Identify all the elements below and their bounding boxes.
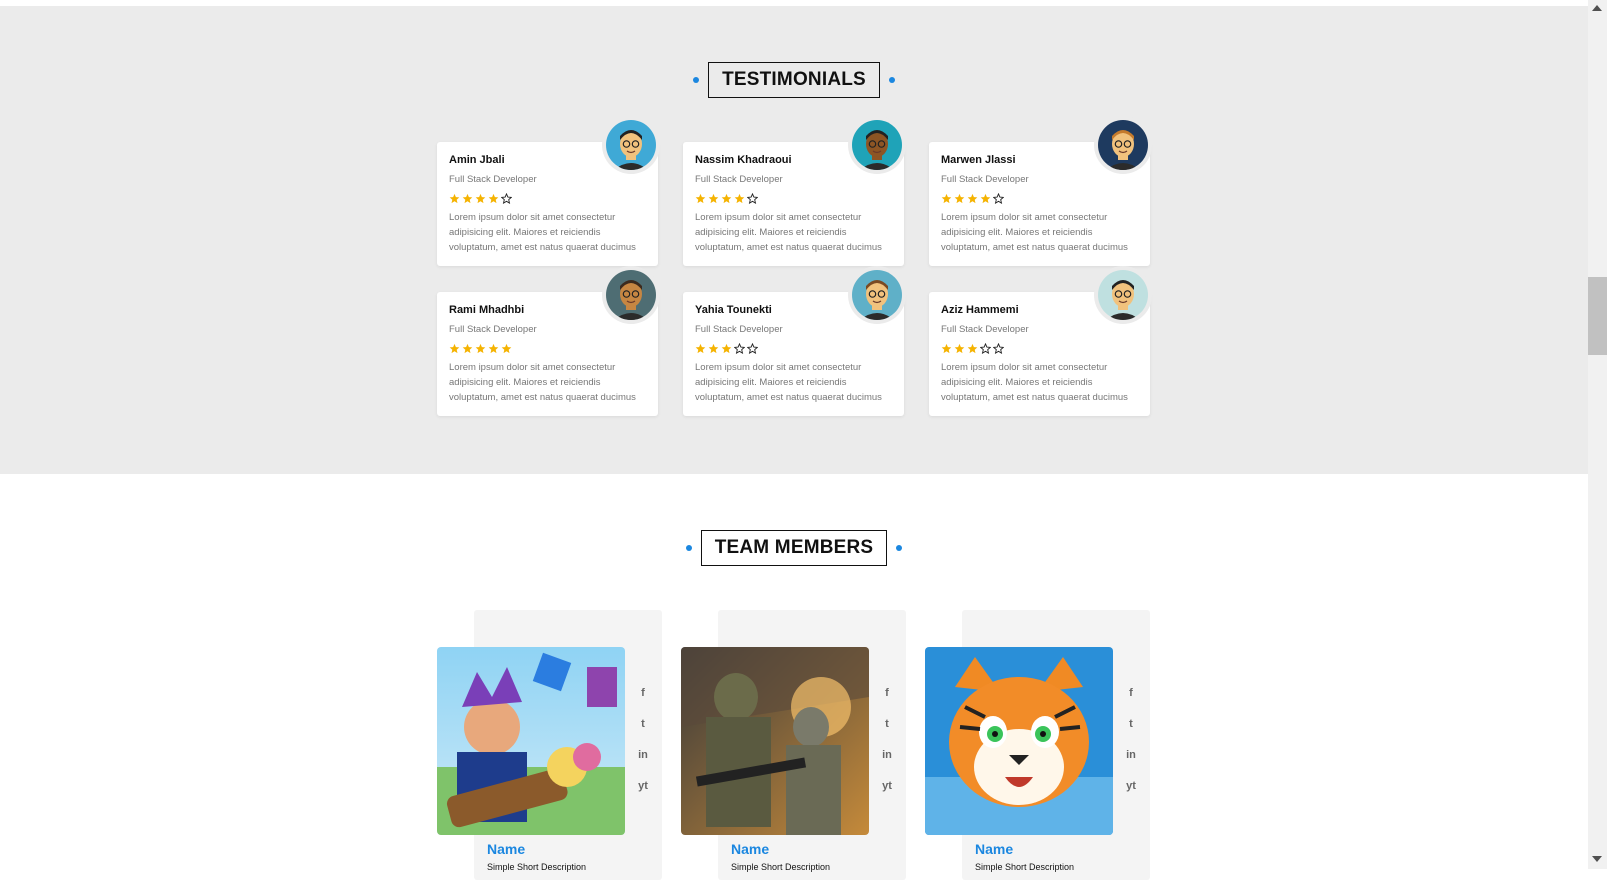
star-filled-icon [941,339,952,358]
twitter-icon[interactable]: t [879,718,895,749]
heading-dot-left [685,545,692,551]
testimonial-text: Lorem ipsum dolor sit amet consectetur a… [695,362,882,403]
star-filled-icon [449,189,460,208]
heading-dot-right [896,545,903,551]
star-filled-icon [488,339,499,358]
rating-stars [449,189,513,208]
star-filled-icon [462,189,473,208]
team-member-description: Simple Short Description [487,862,587,872]
twitter-icon[interactable]: t [635,718,651,749]
testimonial-name: Aziz Hammemi [941,304,1019,316]
team-title: TEAM MEMBERS [714,537,874,558]
bearded-man-avatar [848,266,906,324]
testimonial-name: Nassim Khadraoui [695,154,792,166]
star-filled-icon [967,339,978,358]
team-member-description: Simple Short Description [731,862,831,872]
star-filled-icon [475,189,486,208]
heading-dot-left [693,77,700,83]
bearded-man-glasses-avatar [602,116,660,174]
team-member-name[interactable]: Name [975,841,1013,857]
social-links: f t in yt [1123,687,1139,811]
rating-stars [695,189,759,208]
star-empty-icon [746,339,759,358]
star-filled-icon [980,189,991,208]
rating-stars [695,339,759,358]
star-empty-icon [992,339,1005,358]
heading-dot-right [888,77,895,83]
testimonial-role: Full Stack Developer [695,174,783,185]
testimonial-role: Full Stack Developer [695,324,783,335]
star-filled-icon [708,189,719,208]
testimonial-name: Amin Jbali [449,154,505,166]
rating-stars [941,189,1005,208]
star-filled-icon [954,339,965,358]
linkedin-icon[interactable]: in [635,749,651,780]
team-member-description: Simple Short Description [975,862,1075,872]
man-pink-glasses-avatar [602,266,660,324]
star-filled-icon [449,339,460,358]
youtube-icon[interactable]: yt [635,780,651,811]
testimonials-heading: TESTIMONIALS [693,62,895,98]
youtube-icon[interactable]: yt [879,780,895,811]
facebook-icon[interactable]: f [1123,687,1139,718]
scrollbar-thumb[interactable] [1588,277,1607,355]
testimonial-text: Lorem ipsum dolor sit amet consectetur a… [695,212,882,253]
twitter-icon[interactable]: t [1123,718,1139,749]
soldiers-game-image [681,647,869,835]
testimonial-name: Yahia Tounekti [695,304,772,316]
testimonial-role: Full Stack Developer [449,174,537,185]
star-filled-icon [708,339,719,358]
cartoon-hero-bazooka-image [437,647,625,835]
star-filled-icon [721,339,732,358]
facebook-icon[interactable]: f [635,687,651,718]
testimonial-name: Rami Mhadhbi [449,304,525,316]
scroll-up-arrow-icon[interactable] [1592,5,1602,11]
star-filled-icon [734,189,745,208]
star-filled-icon [695,339,706,358]
man-glasses-avatar [1094,116,1152,174]
star-filled-icon [941,189,952,208]
star-empty-icon [992,189,1005,208]
cartoon-tiger-image [925,647,1113,835]
team-heading: TEAM MEMBERS [685,530,903,566]
scroll-down-arrow-icon[interactable] [1592,856,1602,862]
youtube-icon[interactable]: yt [1123,780,1139,811]
rating-stars [941,339,1005,358]
testimonials-title: TESTIMONIALS [722,69,866,90]
star-filled-icon [462,339,473,358]
star-filled-icon [954,189,965,208]
star-filled-icon [488,189,499,208]
team-member-name[interactable]: Name [487,841,525,857]
testimonial-role: Full Stack Developer [941,174,1029,185]
linkedin-icon[interactable]: in [879,749,895,780]
social-links: f t in yt [879,687,895,811]
testimonial-name: Marwen Jlassi [941,154,1016,166]
page-scrollbar[interactable] [1588,0,1607,869]
star-empty-icon [733,339,746,358]
testimonial-text: Lorem ipsum dolor sit amet consectetur a… [449,212,636,253]
social-links: f t in yt [635,687,651,811]
star-empty-icon [500,189,513,208]
testimonial-text: Lorem ipsum dolor sit amet consectetur a… [941,362,1128,403]
team-heading-wrap: TEAM MEMBERS [0,530,1588,566]
facebook-icon[interactable]: f [879,687,895,718]
testimonial-text: Lorem ipsum dolor sit amet consectetur a… [449,362,636,403]
linkedin-icon[interactable]: in [1123,749,1139,780]
star-empty-icon [746,189,759,208]
testimonial-text: Lorem ipsum dolor sit amet consectetur a… [941,212,1128,253]
team-member-name[interactable]: Name [731,841,769,857]
testimonial-role: Full Stack Developer [941,324,1029,335]
star-filled-icon [967,189,978,208]
star-empty-icon [979,339,992,358]
star-filled-icon [721,189,732,208]
man-dark-glasses-avatar [1094,266,1152,324]
testimonial-role: Full Stack Developer [449,324,537,335]
testimonials-heading-wrap: TESTIMONIALS [0,62,1588,98]
man-sunglasses-avatar [848,116,906,174]
star-filled-icon [695,189,706,208]
star-filled-icon [475,339,486,358]
star-filled-icon [501,339,512,358]
rating-stars [449,339,512,358]
